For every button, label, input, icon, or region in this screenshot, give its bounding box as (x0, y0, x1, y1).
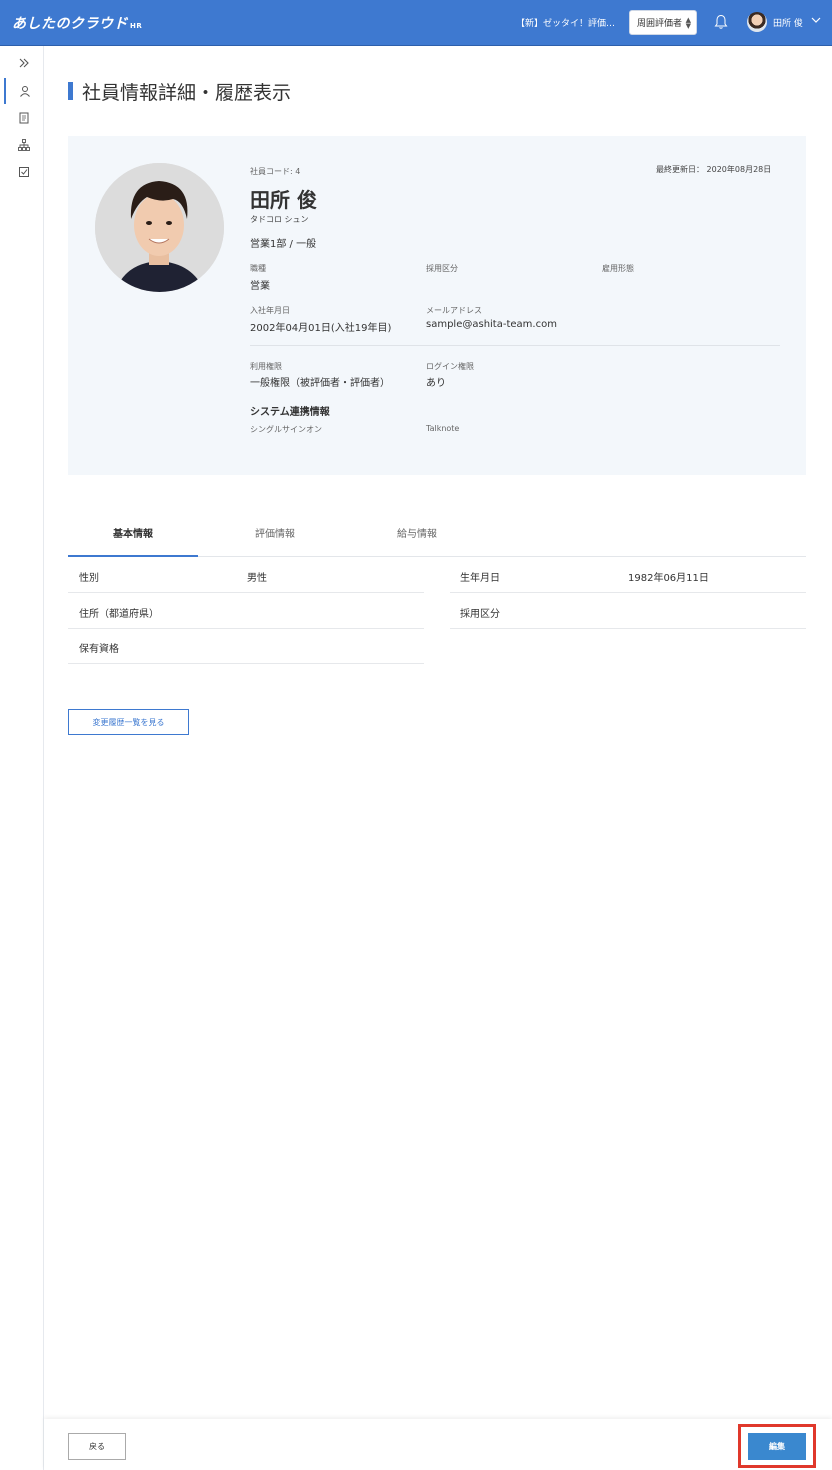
employee-department: 営業1部 / 一般 (250, 239, 317, 250)
role-select[interactable]: 周囲評価者 ▲ ▼ (629, 10, 697, 35)
login-permission-label: ログイン権限 (426, 362, 474, 371)
select-arrows-icon: ▲ ▼ (685, 16, 691, 30)
tab-evaluation-info[interactable]: 評価情報 (210, 522, 340, 557)
checkbox-icon (19, 167, 29, 177)
hire-type-label: 採用区分 (426, 264, 458, 273)
org-chart-icon (18, 139, 30, 151)
sidebar-expand-button[interactable] (4, 50, 44, 76)
hire-category-label: 採用区分 (460, 609, 500, 620)
header-user-name[interactable]: 田所 俊 (773, 16, 803, 29)
employee-code: 社員コード: 4 (250, 167, 301, 176)
email-label: メールアドレス (426, 306, 482, 315)
document-icon (19, 112, 29, 124)
double-chevron-right-icon (19, 58, 29, 68)
footer-bar (44, 1419, 832, 1470)
system-integration-title: システム連携情報 (250, 407, 330, 418)
back-button[interactable]: 戻る (68, 1433, 126, 1460)
person-icon (20, 86, 30, 97)
table-row: 生年月日 1982年06月11日 (450, 557, 806, 593)
user-avatar[interactable] (747, 12, 767, 32)
app-logo[interactable]: あしたのクラウド HR (12, 13, 142, 33)
title-accent-bar (68, 82, 73, 100)
login-permission-value: あり (426, 378, 446, 389)
sidebar-item-evaluation[interactable] (4, 159, 44, 185)
evaluation-notice-link[interactable]: 【新】ゼッタイ！評価… (516, 16, 615, 29)
talknote-label: Talknote (426, 424, 460, 433)
top-header: あしたのクラウド HR 【新】ゼッタイ！評価… 周囲評価者 ▲ ▼ 田所 俊 (0, 0, 832, 46)
employee-name: 田所 俊 (250, 188, 317, 212)
license-label: 保有資格 (79, 644, 119, 655)
sidebar-item-employee[interactable] (4, 78, 44, 104)
gender-label: 性別 (79, 573, 99, 584)
permission-label: 利用権限 (250, 362, 282, 371)
sidebar-item-organization[interactable] (4, 132, 44, 158)
table-row: 保有資格 (68, 628, 424, 664)
employee-photo (95, 163, 224, 292)
chevron-down-icon[interactable] (810, 14, 822, 26)
sso-label: シングルサインオン (250, 425, 322, 434)
join-date-value: 2002年04月01日(入社19年目) (250, 323, 392, 334)
birth-date-label: 生年月日 (460, 573, 500, 584)
table-row: 性別 男性 (68, 557, 424, 593)
bell-icon[interactable] (714, 14, 728, 30)
profile-divider (250, 345, 780, 346)
employment-type-label: 雇用形態 (602, 264, 634, 273)
edit-button[interactable]: 編集 (748, 1433, 806, 1460)
sidebar-item-documents[interactable] (4, 105, 44, 131)
tab-basic-info[interactable]: 基本情報 (68, 522, 198, 557)
address-label: 住所（都道府県） (79, 609, 159, 620)
job-value: 営業 (250, 281, 270, 292)
email-value: sample@ashita-team.com (426, 319, 557, 330)
last-updated: 最終更新日： 2020年08月28日 (656, 165, 772, 174)
birth-date-value: 1982年06月11日 (628, 573, 709, 584)
profile-card: 社員コード: 4 最終更新日： 2020年08月28日 田所 俊 タドコロ シュ… (68, 136, 806, 475)
table-row: 住所（都道府県） (68, 593, 424, 629)
page-title: 社員情報詳細・履歴表示 (82, 82, 292, 104)
info-tabs: 基本情報 評価情報 給与情報 (68, 522, 806, 557)
role-select-value: 周囲評価者 (637, 19, 683, 29)
table-row: 採用区分 (450, 593, 806, 629)
employee-kana: タドコロ シュン (250, 215, 309, 224)
job-label: 職種 (250, 264, 266, 273)
gender-value: 男性 (247, 573, 267, 584)
join-date-label: 入社年月日 (250, 306, 290, 315)
tab-salary-info[interactable]: 給与情報 (352, 522, 482, 557)
sidebar (0, 46, 44, 1470)
view-history-button[interactable]: 変更履歴一覧を見る (68, 709, 189, 735)
permission-value: 一般権限（被評価者・評価者） (250, 378, 390, 389)
